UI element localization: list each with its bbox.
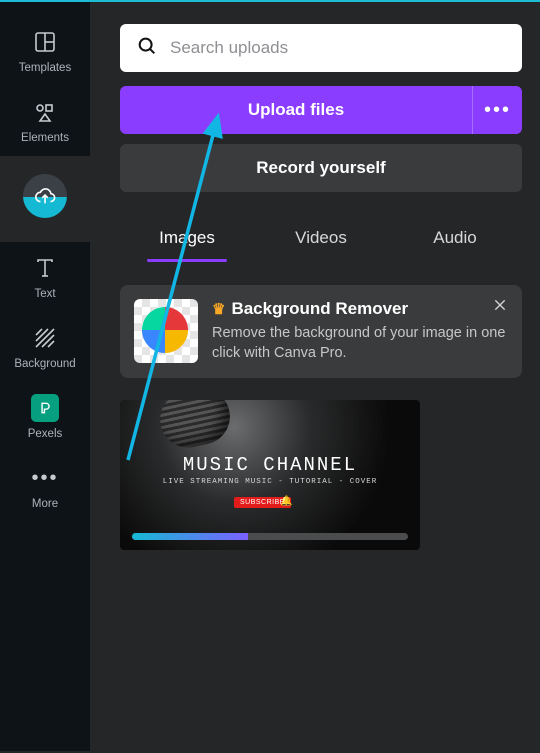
media-type-tabs: Images Videos Audio <box>120 218 522 263</box>
search-bar[interactable] <box>120 24 522 72</box>
sidebar-item-label: Pexels <box>28 428 63 440</box>
tab-label: Audio <box>433 228 476 247</box>
sidebar-item-templates[interactable]: Templates <box>0 16 90 86</box>
uploads-panel: Upload files ••• Record yourself Images … <box>90 2 540 751</box>
sidebar-item-label: More <box>32 498 58 510</box>
close-promo-button[interactable] <box>488 295 512 319</box>
cloud-upload-icon <box>23 174 67 218</box>
button-label: Record yourself <box>256 158 385 178</box>
upload-progress-bar <box>132 533 408 540</box>
elements-icon <box>31 98 59 126</box>
close-icon <box>493 298 507 317</box>
promo-title: Background Remover <box>231 299 408 319</box>
sidebar-item-background[interactable]: Background <box>0 312 90 382</box>
more-icon: ••• <box>484 99 511 122</box>
uploaded-asset-thumbnail[interactable]: MUSIC CHANNEL LIVE STREAMING MUSIC - TUT… <box>120 400 420 550</box>
tab-images[interactable]: Images <box>120 218 254 262</box>
crown-icon: ♛ <box>212 300 225 318</box>
record-yourself-button[interactable]: Record yourself <box>120 144 522 192</box>
asset-subline: LIVE STREAMING MUSIC - TUTORIAL - COVER <box>120 478 420 486</box>
search-input[interactable] <box>170 38 506 58</box>
search-icon <box>136 35 158 62</box>
text-icon <box>31 254 59 282</box>
microphone-graphic <box>155 400 235 453</box>
sidebar-item-label: Templates <box>19 62 71 74</box>
sidebar-item-label: Elements <box>21 132 69 144</box>
promo-description: Remove the background of your image in o… <box>212 323 508 364</box>
more-icon: ••• <box>31 464 59 492</box>
tab-videos[interactable]: Videos <box>254 218 388 262</box>
background-remover-promo[interactable]: ♛ Background Remover Remove the backgrou… <box>120 285 522 378</box>
sidebar-item-more[interactable]: ••• More <box>0 452 90 522</box>
templates-icon <box>31 28 59 56</box>
asset-headline: MUSIC CHANNEL <box>120 454 420 476</box>
pexels-icon <box>31 394 59 422</box>
tab-audio[interactable]: Audio <box>388 218 522 262</box>
promo-thumbnail <box>134 299 198 363</box>
sidebar-item-text[interactable]: Text <box>0 242 90 312</box>
tab-label: Videos <box>295 228 347 247</box>
sidebar-item-label: Text <box>34 288 55 300</box>
button-label: Upload files <box>248 100 344 120</box>
sidebar-item-uploads[interactable] <box>0 156 90 242</box>
sidebar-item-pexels[interactable]: Pexels <box>0 382 90 452</box>
upload-progress-fill <box>132 533 248 540</box>
left-sidebar: Templates Elements Text <box>0 2 90 751</box>
sidebar-item-elements[interactable]: Elements <box>0 86 90 156</box>
tab-label: Images <box>159 228 215 247</box>
sidebar-item-label: Background <box>14 358 75 370</box>
upload-more-options-button[interactable]: ••• <box>472 86 522 134</box>
upload-files-button[interactable]: Upload files <box>120 86 472 134</box>
bell-icon: 🔔 <box>280 496 292 507</box>
background-icon <box>31 324 59 352</box>
